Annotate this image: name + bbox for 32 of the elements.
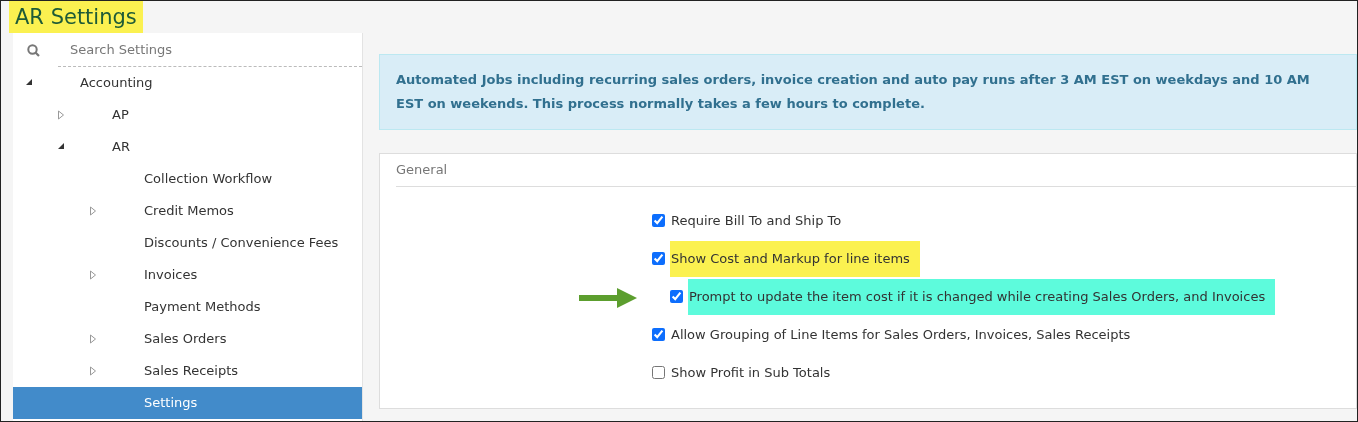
option-checkbox[interactable] [670,290,683,303]
search-icon [27,43,40,57]
tree-item[interactable]: Sales Orders [13,323,362,355]
option-label: Show Profit in Sub Totals [670,363,832,382]
tree-item[interactable]: Invoices [13,259,362,291]
option-label: Require Bill To and Ship To [670,211,843,230]
tree-item[interactable]: AP [13,99,362,131]
collapsed-triangle-icon[interactable] [89,206,97,216]
tree-item[interactable]: Settings [13,387,362,419]
collapsed-triangle-icon[interactable] [89,270,97,280]
tree-item[interactable]: Sales Receipts [13,355,362,387]
collapsed-triangle-icon[interactable] [57,110,65,120]
tree-item[interactable]: AR [13,131,362,163]
option-checkbox[interactable] [652,252,665,265]
option-checkbox[interactable] [652,366,665,379]
page-title: AR Settings [9,1,143,33]
option-checkbox[interactable] [652,328,665,341]
tree-item[interactable]: Discounts / Convenience Fees [13,227,362,259]
expanded-triangle-icon[interactable] [57,142,65,150]
collapsed-triangle-icon[interactable] [89,366,97,376]
option-label: Show Cost and Markup for line items [670,240,920,277]
option-label: Allow Grouping of Line Items for Sales Orders, Invoices, Sales Receipts [670,325,1132,344]
tree-item[interactable]: Credit Memos [13,195,362,227]
expanded-triangle-icon[interactable] [25,78,33,86]
panel-title: General [396,154,1356,187]
collapsed-triangle-icon[interactable] [89,334,97,344]
option-checkbox[interactable] [652,214,665,227]
info-alert: Automated Jobs including recurring sales orders, invoice creation and auto pay runs after 3 AM EST on weekdays and 10 AM EST on weekends. This process normally takes a few hours to complete. [379,54,1357,130]
tree-item[interactable]: Collection Workflow [13,163,362,195]
option-label: Prompt to update the item cost if it is changed while creating Sales Orders, and Invoices [688,278,1276,315]
tree-item[interactable]: Payment Methods [13,291,362,323]
tree-item[interactable]: Accounting [13,67,362,99]
